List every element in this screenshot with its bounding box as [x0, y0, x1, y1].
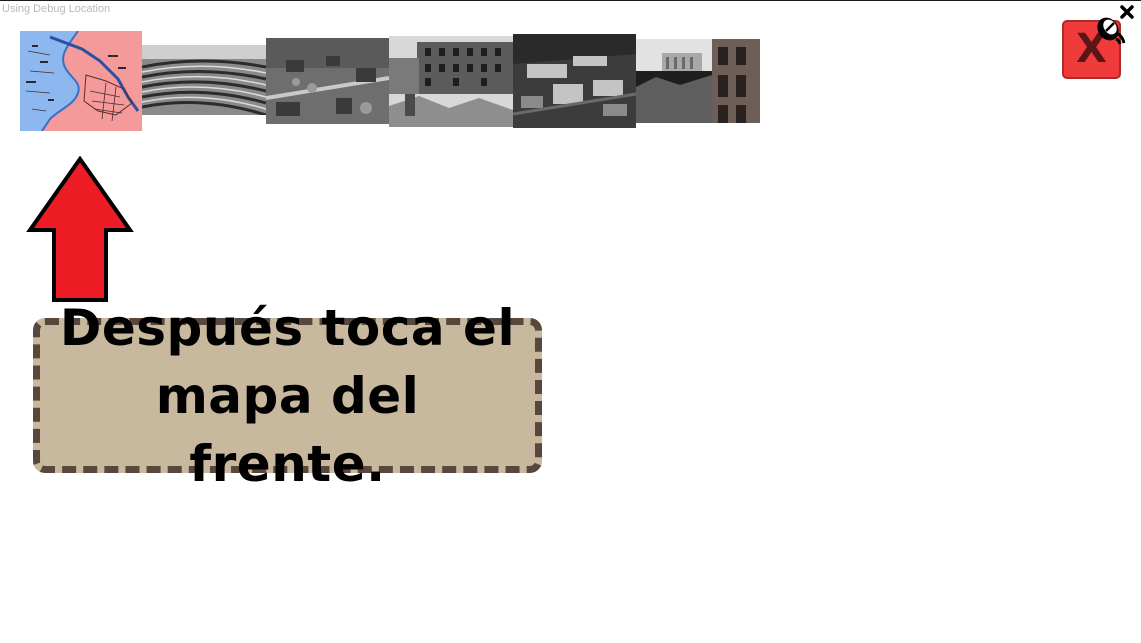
photo-thumbnail-icon	[636, 39, 760, 123]
debug-satellite-icon	[1094, 3, 1138, 45]
map-thumbnail-icon	[20, 31, 142, 131]
thumbnail-aerial-ruins-photo[interactable]	[266, 38, 389, 124]
photo-thumbnail-icon	[142, 45, 266, 115]
thumbnail-damaged-building-photo[interactable]	[389, 36, 513, 127]
instruction-box: Después toca el mapa del frente.	[33, 299, 542, 493]
thumbnail-front-map[interactable]	[20, 31, 142, 131]
instruction-text: Después toca el mapa del frente.	[59, 298, 516, 493]
photo-thumbnail-icon	[513, 34, 636, 128]
app-screen: Using Debug Location X Después toca el m…	[0, 0, 1141, 643]
photo-thumbnail-icon	[389, 36, 513, 127]
thumbnail-amphitheater-ruins-photo[interactable]	[142, 45, 266, 115]
photo-thumbnail-icon	[266, 38, 389, 124]
thumbnail-aerial-campus-photo[interactable]	[513, 34, 636, 128]
arrow-up-icon	[26, 155, 134, 304]
debug-location-label: Using Debug Location	[2, 3, 111, 15]
top-divider	[0, 0, 1141, 1]
thumbnail-street-ruins-photo[interactable]	[636, 39, 760, 123]
thumbnail-strip	[20, 29, 762, 133]
